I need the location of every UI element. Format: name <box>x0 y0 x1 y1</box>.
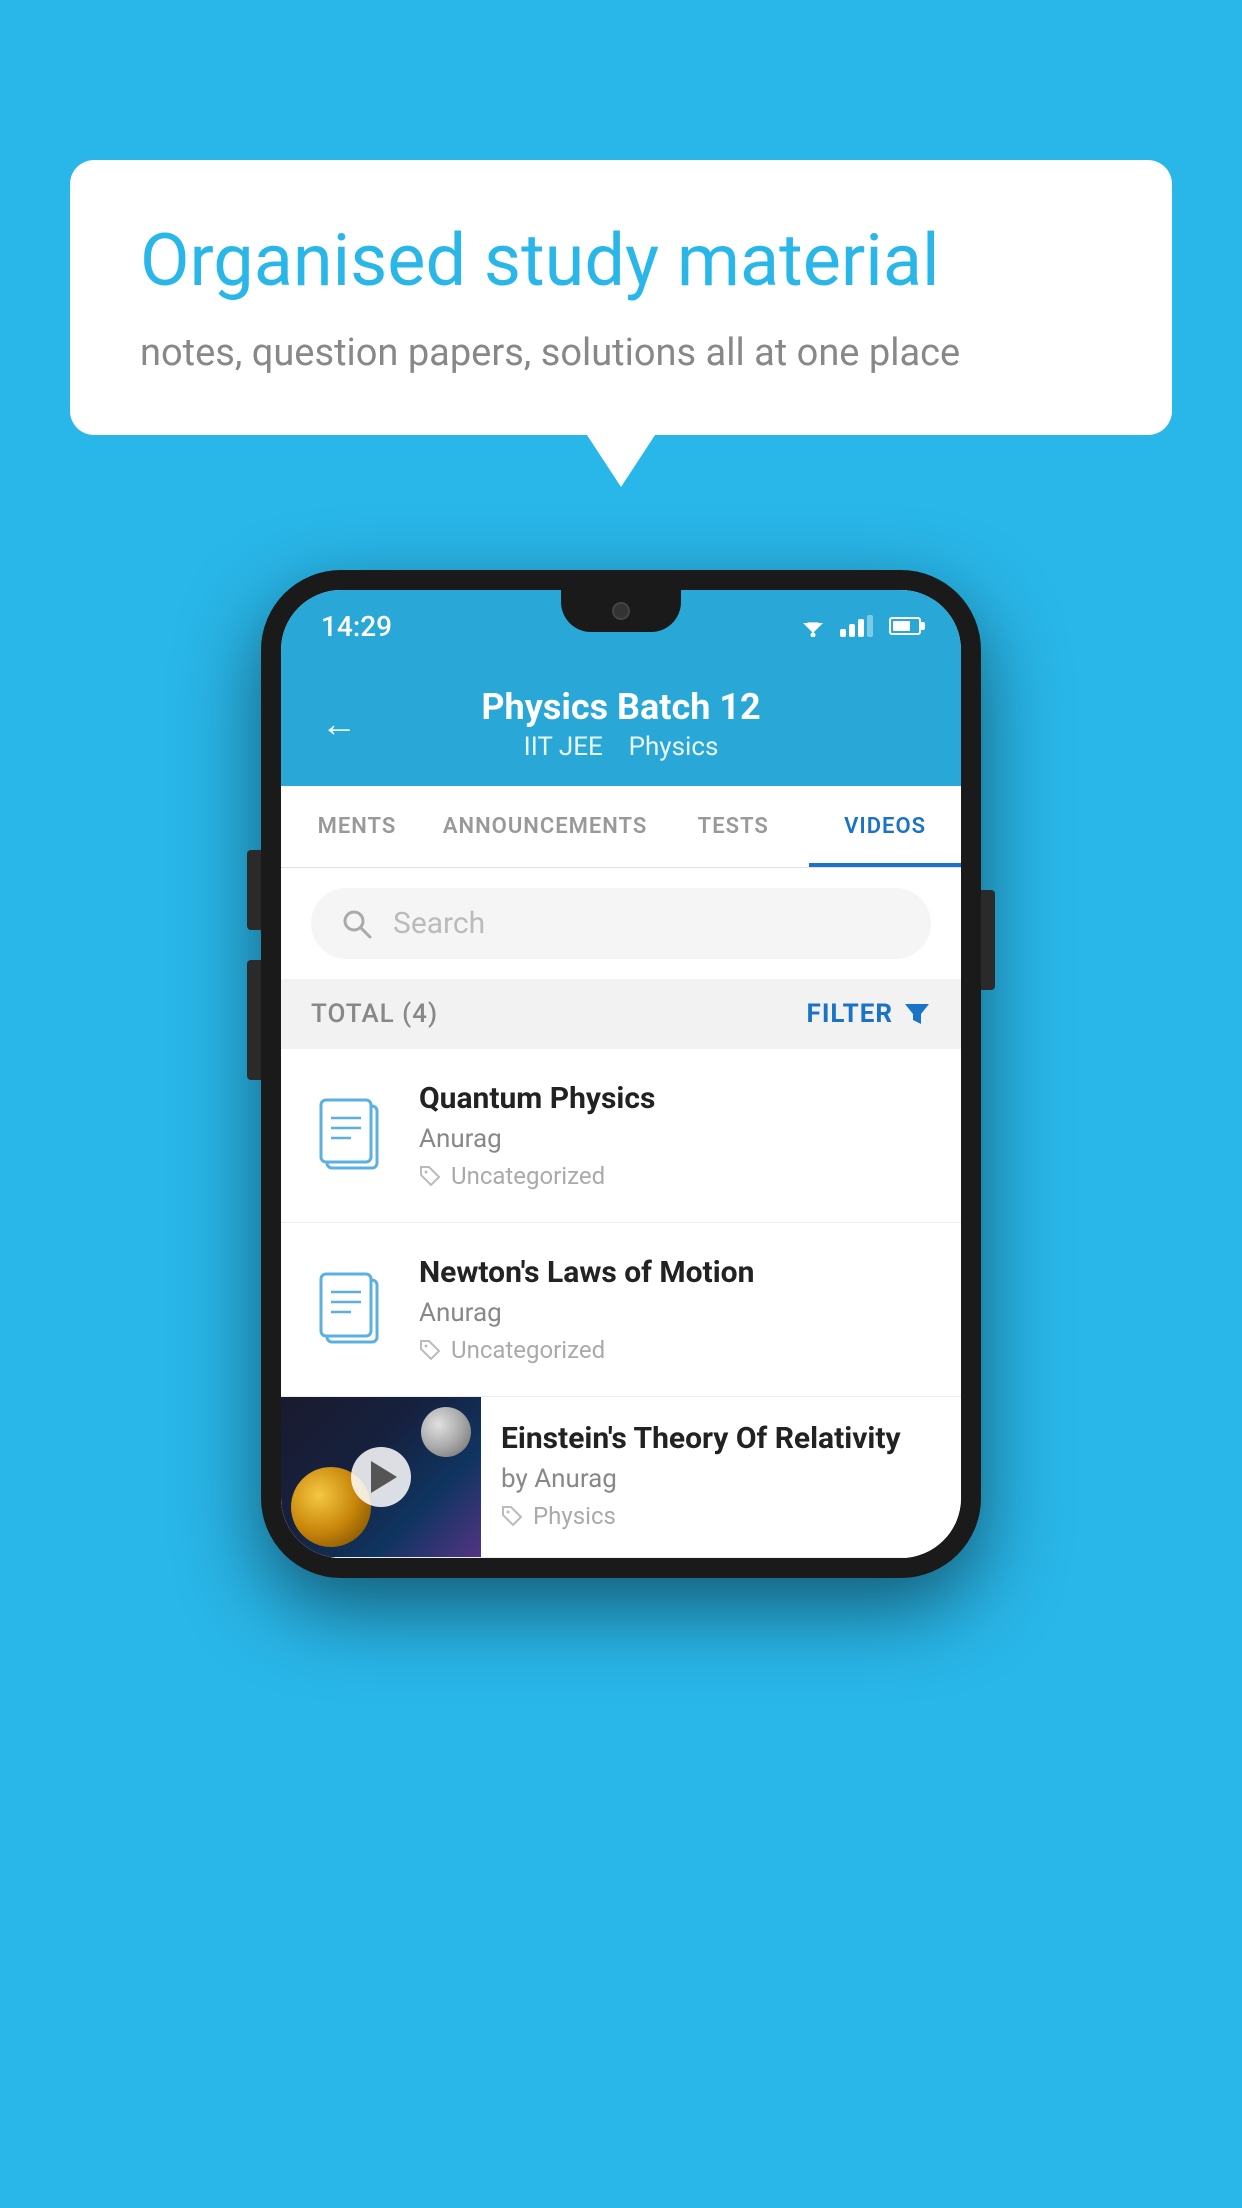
thumb-image-3 <box>281 1397 481 1557</box>
status-time: 14:29 <box>321 610 392 643</box>
battery-fill <box>893 621 910 631</box>
tag-icon-3 <box>501 1505 523 1527</box>
play-button-3[interactable] <box>351 1447 411 1507</box>
video-item-1[interactable]: Quantum Physics Anurag Uncategorized <box>281 1049 961 1223</box>
video-item-3[interactable]: Einstein's Theory Of Relativity by Anura… <box>281 1397 961 1558</box>
subtitle-physics: Physics <box>629 732 719 762</box>
wifi-icon <box>798 615 828 637</box>
speech-bubble-container: Organised study material notes, question… <box>70 160 1172 435</box>
video-icon-2 <box>311 1270 391 1350</box>
speech-bubble-subtext: notes, question papers, solutions all at… <box>140 331 1102 375</box>
video-icon-1 <box>311 1096 391 1176</box>
document-icon-2 <box>315 1270 387 1350</box>
subtitle-iitjee: IIT JEE <box>524 732 603 762</box>
phone-screen: 14:29 <box>281 590 961 1558</box>
batch-subtitle: IIT JEE Physics <box>387 732 855 762</box>
video-author-3: by Anurag <box>501 1464 941 1494</box>
search-placeholder: Search <box>393 906 485 941</box>
tab-videos[interactable]: VIDEOS <box>809 786 961 867</box>
tab-announcements[interactable]: ANNOUNCEMENTS <box>433 786 657 867</box>
video-info-2: Newton's Laws of Motion Anurag Uncategor… <box>419 1255 931 1364</box>
filter-button[interactable]: FILTER <box>807 999 931 1029</box>
search-container: Search <box>281 868 961 979</box>
battery-icon <box>889 617 921 635</box>
speech-bubble-heading: Organised study material <box>140 220 1102 303</box>
batch-title: Physics Batch 12 <box>387 686 855 728</box>
video-tag-1: Uncategorized <box>419 1162 931 1190</box>
video-title-1: Quantum Physics <box>419 1081 931 1116</box>
video-list: Quantum Physics Anurag Uncategorized <box>281 1049 961 1558</box>
search-bar[interactable]: Search <box>311 888 931 959</box>
signal-bar-3 <box>858 619 864 637</box>
tabs-bar: MENTS ANNOUNCEMENTS TESTS VIDEOS <box>281 786 961 868</box>
header-title-area: Physics Batch 12 IIT JEE Physics <box>387 686 855 762</box>
volume-button <box>247 960 261 1080</box>
signal-bar-1 <box>840 629 846 637</box>
tab-ments[interactable]: MENTS <box>281 786 433 867</box>
status-bar: 14:29 <box>281 590 961 662</box>
search-icon <box>341 908 373 940</box>
phone-device: 14:29 <box>261 570 981 1578</box>
phone-notch <box>561 590 681 632</box>
signal-bars <box>840 615 873 637</box>
signal-bar-2 <box>849 624 855 637</box>
tag-icon-1 <box>419 1165 441 1187</box>
power-button <box>981 890 995 990</box>
video-author-2: Anurag <box>419 1298 931 1328</box>
status-icons <box>798 615 921 637</box>
tab-tests[interactable]: TESTS <box>657 786 809 867</box>
phone-wrapper: 14:29 <box>261 570 981 1578</box>
video-info-1: Quantum Physics Anurag Uncategorized <box>419 1081 931 1190</box>
video-item-2[interactable]: Newton's Laws of Motion Anurag Uncategor… <box>281 1223 961 1397</box>
speech-bubble: Organised study material notes, question… <box>70 160 1172 435</box>
total-count: TOTAL (4) <box>311 999 438 1029</box>
filter-icon <box>903 1000 931 1028</box>
video-tag-2: Uncategorized <box>419 1336 931 1364</box>
filter-bar: TOTAL (4) FILTER <box>281 979 961 1049</box>
document-icon-1 <box>315 1096 387 1176</box>
thumb-info-3: Einstein's Theory Of Relativity by Anura… <box>481 1397 961 1554</box>
app-header: ← Physics Batch 12 IIT JEE Physics <box>281 662 961 786</box>
video-title-2: Newton's Laws of Motion <box>419 1255 931 1290</box>
video-author-1: Anurag <box>419 1124 931 1154</box>
video-title-3: Einstein's Theory Of Relativity <box>501 1421 941 1456</box>
video-tag-3: Physics <box>501 1502 941 1530</box>
play-triangle <box>371 1461 397 1493</box>
camera-dot <box>612 602 630 620</box>
tag-icon-2 <box>419 1339 441 1361</box>
planet-small <box>421 1407 471 1457</box>
signal-bar-4 <box>867 615 873 637</box>
back-button[interactable]: ← <box>321 703 357 745</box>
